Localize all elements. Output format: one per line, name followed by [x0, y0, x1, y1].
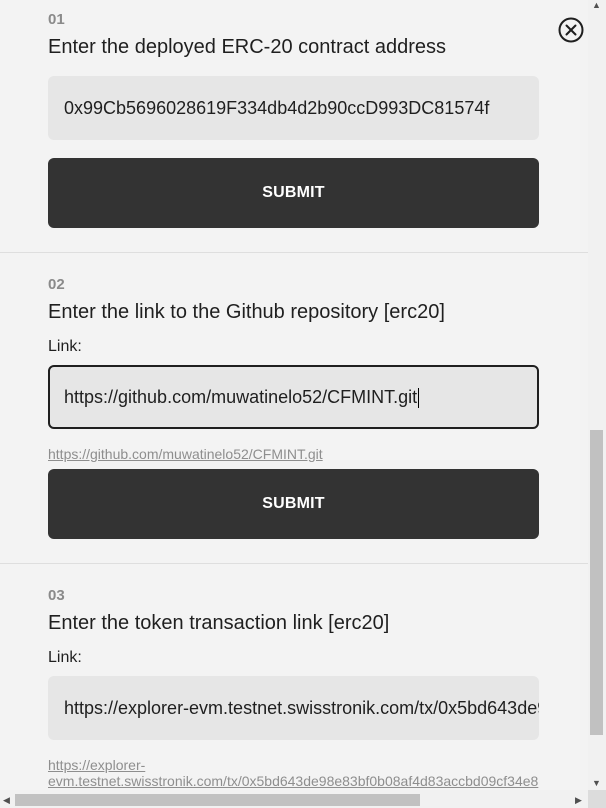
scroll-down-arrow-icon[interactable]: ▼ [592, 778, 601, 788]
submit-contract-button[interactable]: SUBMIT [48, 158, 539, 228]
transaction-link-line-2: evm.testnet.swisstronik.com/tx/0x5bd643d… [48, 773, 539, 789]
scroll-left-arrow-icon[interactable]: ◀ [3, 795, 10, 805]
step-1-title: Enter the deployed ERC-20 contract addre… [48, 36, 446, 58]
github-link-input-value: https://github.com/muwatinelo52/CFMINT.g… [64, 387, 418, 407]
vertical-scrollbar-thumb[interactable] [590, 430, 603, 735]
github-link-input[interactable]: https://github.com/muwatinelo52/CFMINT.g… [48, 365, 539, 429]
step-1-number: 01 [48, 11, 65, 28]
step-3-number: 03 [48, 587, 65, 604]
step-2-link-label: Link: [48, 338, 82, 355]
step-3-title: Enter the token transaction link [erc20] [48, 612, 390, 634]
section-divider [0, 563, 588, 564]
step-2-title: Enter the link to the Github repository … [48, 301, 445, 323]
text-caret [418, 388, 420, 409]
close-circle-icon[interactable] [558, 17, 584, 43]
section-divider [0, 252, 588, 253]
transaction-link-input[interactable]: https://explorer-evm.testnet.swisstronik… [48, 676, 539, 740]
submit-github-button[interactable]: SUBMIT [48, 469, 539, 539]
modal-content: 01 Enter the deployed ERC-20 contract ad… [0, 0, 588, 790]
github-link-preview[interactable]: https://github.com/muwatinelo52/CFMINT.g… [48, 446, 323, 462]
scrollbar-corner [588, 790, 606, 808]
scroll-right-arrow-icon[interactable]: ▶ [575, 795, 582, 805]
horizontal-scrollbar-thumb[interactable] [15, 794, 420, 806]
transaction-link-line-1: https://explorer- [48, 757, 146, 773]
transaction-link-preview[interactable]: https://explorer- evm.testnet.swisstroni… [48, 757, 538, 789]
step-2-number: 02 [48, 276, 65, 293]
step-3-link-label: Link: [48, 649, 82, 666]
scroll-up-arrow-icon[interactable]: ▲ [592, 0, 601, 10]
contract-address-input[interactable]: 0x99Cb5696028619F334db4d2b90ccD993DC8157… [48, 76, 539, 140]
